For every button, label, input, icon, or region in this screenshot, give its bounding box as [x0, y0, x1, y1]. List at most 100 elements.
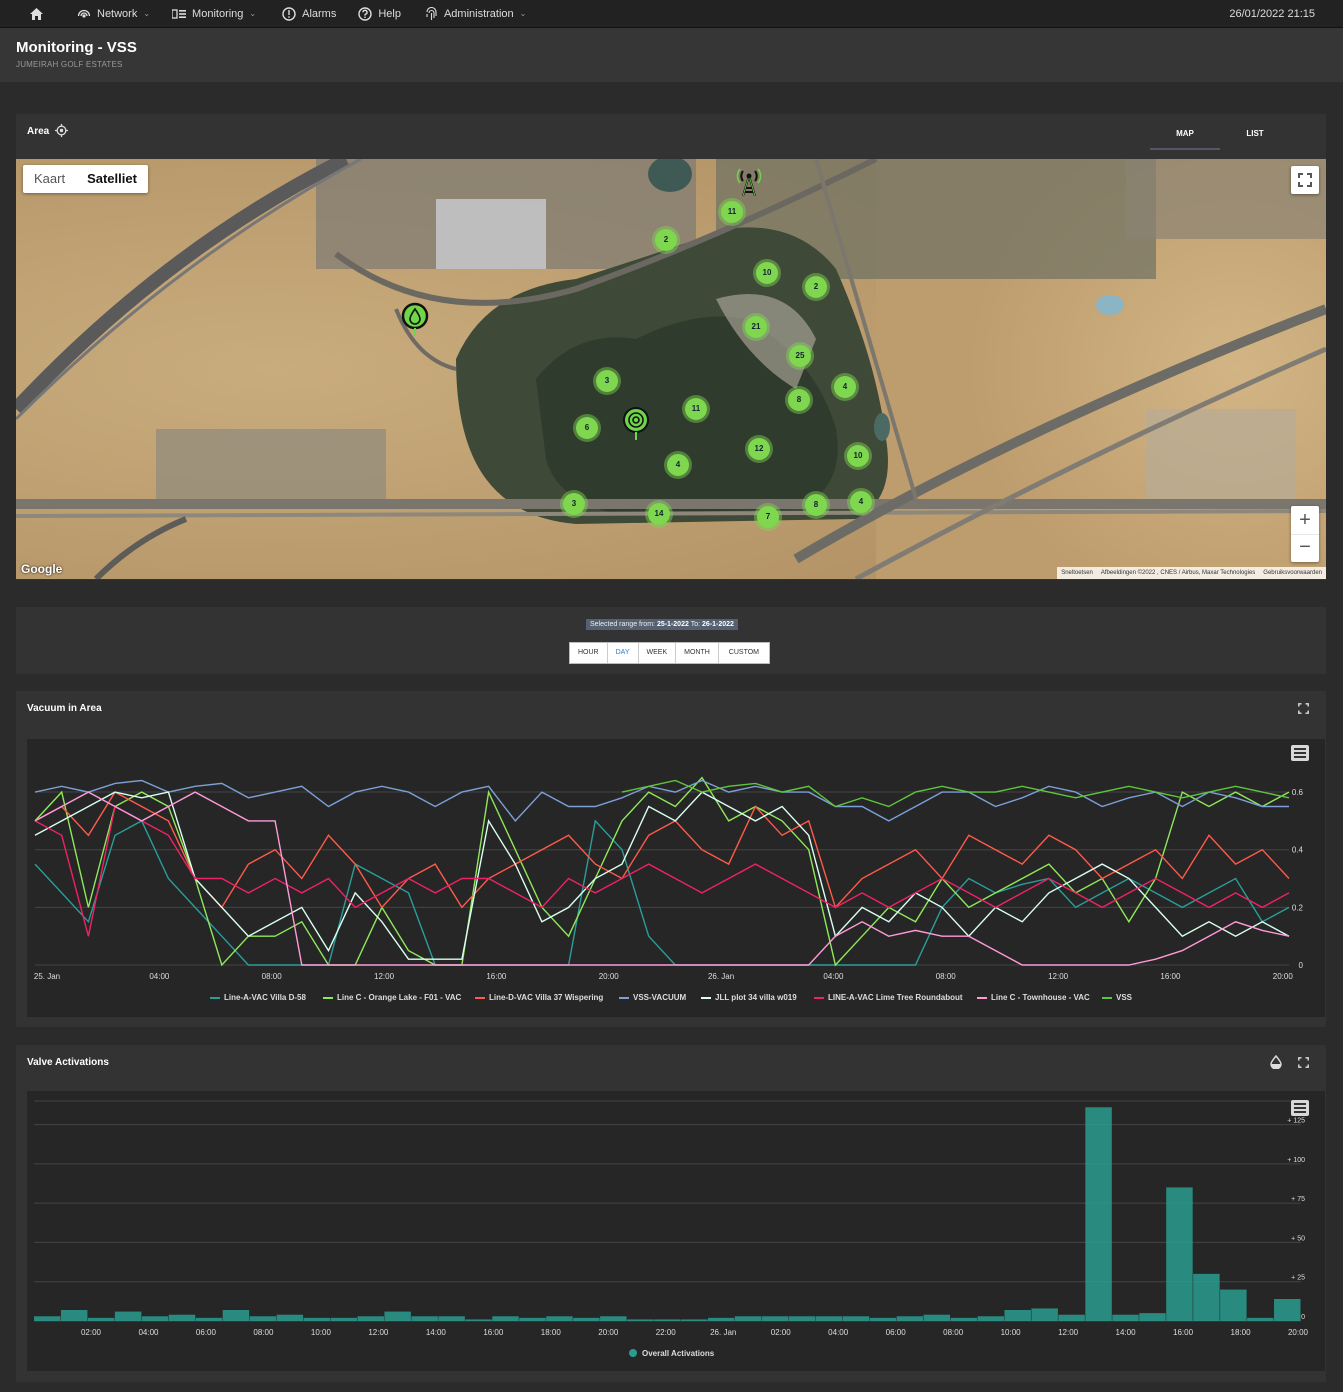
- bar[interactable]: [546, 1316, 573, 1321]
- tab-map[interactable]: MAP: [1150, 122, 1220, 150]
- bar[interactable]: [734, 1316, 762, 1321]
- bar[interactable]: [869, 1317, 897, 1321]
- range-week-button[interactable]: WEEK: [639, 643, 677, 663]
- bar[interactable]: [1004, 1310, 1031, 1321]
- map-cluster[interactable]: 25: [789, 345, 811, 367]
- tab-list[interactable]: LIST: [1220, 122, 1290, 150]
- map-cluster[interactable]: 10: [756, 262, 778, 284]
- legend-item[interactable]: Line-D-VAC Villa 37 Wispering: [475, 993, 603, 1002]
- nav-help[interactable]: Help: [348, 0, 413, 27]
- bar[interactable]: [87, 1317, 115, 1321]
- nav-alarms[interactable]: Alarms: [268, 0, 348, 27]
- satellite-map[interactable]: Kaart Satelliet + − 11 2 10 2 21 25 3 4 …: [16, 159, 1326, 579]
- map-cluster[interactable]: 8: [788, 389, 810, 411]
- map-cluster[interactable]: 3: [596, 370, 618, 392]
- bar[interactable]: [492, 1316, 519, 1321]
- bar[interactable]: [788, 1316, 816, 1321]
- bar[interactable]: [1166, 1187, 1193, 1321]
- terms-link[interactable]: Gebruiksvoorwaarden: [1259, 570, 1326, 576]
- fullscreen-icon[interactable]: [1298, 703, 1309, 714]
- bar[interactable]: [1193, 1273, 1220, 1321]
- map-type-satellite-button[interactable]: Satelliet: [76, 165, 148, 193]
- chart-menu-icon[interactable]: [1291, 745, 1309, 761]
- bar[interactable]: [411, 1316, 438, 1321]
- map-cluster[interactable]: 14: [648, 503, 670, 525]
- water-drop-icon[interactable]: [1270, 1055, 1282, 1069]
- antenna-tower-marker[interactable]: [735, 168, 763, 198]
- legend-item[interactable]: VSS: [1102, 993, 1132, 1002]
- valve-legend-item[interactable]: Overall Activations: [629, 1349, 715, 1358]
- bar[interactable]: [34, 1316, 61, 1321]
- bar[interactable]: [276, 1314, 304, 1321]
- map-cluster[interactable]: 6: [576, 417, 598, 439]
- legend-item[interactable]: Line C - Orange Lake - F01 - VAC: [323, 993, 461, 1002]
- map-cluster[interactable]: 10: [847, 445, 869, 467]
- map-cluster[interactable]: 12: [748, 438, 770, 460]
- bar[interactable]: [357, 1316, 384, 1321]
- bar[interactable]: [465, 1319, 492, 1321]
- bar[interactable]: [654, 1319, 681, 1321]
- map-cluster[interactable]: 21: [745, 316, 767, 338]
- bar[interactable]: [1220, 1289, 1247, 1321]
- map-cluster[interactable]: 2: [655, 229, 677, 251]
- bar[interactable]: [519, 1317, 546, 1321]
- bar[interactable]: [573, 1317, 600, 1321]
- nav-administration[interactable]: Administration ⌄: [413, 0, 538, 27]
- legend-item[interactable]: Line C - Townhouse - VAC: [977, 993, 1090, 1002]
- bar[interactable]: [303, 1317, 331, 1321]
- bar[interactable]: [1139, 1313, 1166, 1321]
- legend-item[interactable]: JLL plot 34 villa w019: [701, 993, 797, 1002]
- map-cluster[interactable]: 7: [757, 506, 779, 528]
- locate-icon[interactable]: [55, 124, 68, 137]
- map-cluster[interactable]: 4: [834, 376, 856, 398]
- bar[interactable]: [600, 1316, 627, 1321]
- bar[interactable]: [950, 1317, 978, 1321]
- bar[interactable]: [707, 1317, 735, 1321]
- bar[interactable]: [1085, 1107, 1112, 1321]
- water-meter-marker[interactable]: [401, 302, 431, 338]
- map-cluster[interactable]: 11: [721, 201, 743, 223]
- vss-station-marker[interactable]: [622, 407, 650, 441]
- bar[interactable]: [761, 1316, 789, 1321]
- nav-network[interactable]: Network ⌄: [63, 0, 162, 27]
- bar[interactable]: [977, 1316, 1004, 1321]
- map-type-map-button[interactable]: Kaart: [23, 165, 76, 193]
- bar[interactable]: [1031, 1308, 1058, 1321]
- map-cluster[interactable]: 4: [850, 491, 872, 513]
- home-button[interactable]: [0, 0, 63, 27]
- range-custom-button[interactable]: CUSTOM: [719, 643, 769, 663]
- bar[interactable]: [384, 1311, 411, 1321]
- map-cluster[interactable]: 2: [805, 276, 827, 298]
- bar[interactable]: [627, 1319, 654, 1321]
- bar[interactable]: [438, 1316, 465, 1321]
- bar[interactable]: [896, 1316, 924, 1321]
- map-cluster[interactable]: 4: [667, 454, 689, 476]
- bar[interactable]: [195, 1317, 223, 1321]
- bar[interactable]: [1274, 1299, 1301, 1321]
- legend-item[interactable]: VSS-VACUUM: [619, 993, 686, 1002]
- bar[interactable]: [222, 1310, 250, 1321]
- zoom-out-button[interactable]: −: [1291, 534, 1319, 563]
- bar[interactable]: [680, 1319, 708, 1321]
- bar[interactable]: [1112, 1314, 1139, 1321]
- bar[interactable]: [60, 1310, 88, 1321]
- range-hour-button[interactable]: HOUR: [570, 643, 608, 663]
- range-month-button[interactable]: MONTH: [676, 643, 719, 663]
- map-fullscreen-button[interactable]: [1291, 166, 1319, 194]
- bar[interactable]: [842, 1316, 870, 1321]
- map-cluster[interactable]: 11: [685, 398, 707, 420]
- legend-item[interactable]: LINE-A-VAC Lime Tree Roundabout: [814, 993, 963, 1002]
- nav-monitoring[interactable]: Monitoring ⌄: [162, 0, 268, 27]
- legend-item[interactable]: Line-A-VAC Villa D-58: [210, 993, 306, 1002]
- map-cluster[interactable]: 8: [805, 494, 827, 516]
- bar[interactable]: [249, 1316, 277, 1321]
- keyboard-shortcuts-link[interactable]: Sneltoetsen: [1057, 570, 1097, 576]
- map-cluster[interactable]: 3: [563, 493, 585, 515]
- bar[interactable]: [1058, 1314, 1085, 1321]
- zoom-in-button[interactable]: +: [1291, 506, 1319, 534]
- bar[interactable]: [815, 1316, 843, 1321]
- bar[interactable]: [1247, 1317, 1274, 1321]
- chart-menu-icon[interactable]: [1291, 1100, 1309, 1116]
- bar[interactable]: [923, 1314, 951, 1321]
- fullscreen-icon[interactable]: [1298, 1057, 1309, 1068]
